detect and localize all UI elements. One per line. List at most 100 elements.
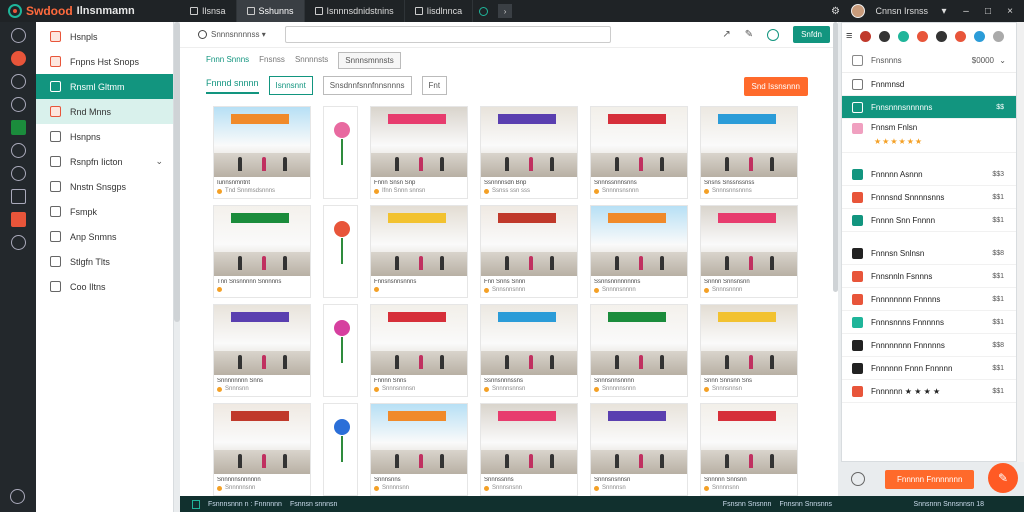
right-panel-item[interactable]: Fnnsnnln Fsnnns $$1 (842, 265, 1016, 288)
flower-card[interactable] (323, 304, 358, 397)
filter-link-2[interactable]: Fnsnss (259, 52, 285, 69)
calendar-icon[interactable] (10, 189, 26, 204)
filter-link-3[interactable]: Snnnnsts (295, 52, 328, 69)
right-panel-item[interactable]: Fnnnn Snn Fnnnn $$1 (842, 209, 1016, 232)
product-card[interactable]: Snnnsnns Snnnnsnn (370, 403, 468, 496)
sidebar-item-6[interactable]: Nnstn Snsgps (36, 174, 173, 199)
right-panel-item[interactable]: Fnnnsnd Snnnnsnns $$1 (842, 186, 1016, 209)
flower-card[interactable] (323, 403, 358, 496)
excel-icon[interactable] (10, 120, 26, 135)
product-card[interactable]: Fnnnn Snns Snnnsnnnsn (370, 304, 468, 397)
bell-icon[interactable] (10, 143, 26, 158)
compass-icon[interactable] (10, 97, 26, 112)
sidebar-item-1[interactable]: Fnpns Hst Snops (36, 49, 173, 74)
globe-icon[interactable] (10, 235, 26, 250)
sidebar-item-2[interactable]: Rnsml Gltmm (36, 74, 173, 99)
product-card[interactable]: Ssnnnnsdn Bnp Ssnss ssn sss (480, 106, 578, 199)
product-card[interactable]: Ssnnsnnnnnnnns Snnnnsnnnn (590, 205, 688, 298)
right-panel-item[interactable]: Fnnmnsd (842, 73, 1016, 96)
product-card[interactable]: Snnnnnsnnnnnn Snnnnnsnn (213, 403, 311, 496)
tab-1[interactable]: Ilsnsa (180, 0, 237, 22)
view-button-3[interactable]: Fnt (421, 76, 448, 95)
maximize-icon[interactable]: □ (982, 6, 994, 17)
right-panel-item[interactable]: Fnnnnnn ★ ★ ★ ★ $$1 (842, 380, 1016, 403)
right-panel-item[interactable]: Fnnsnnnsnnnnns $$ (842, 96, 1016, 119)
product-card[interactable]: Iunnsnmntnt Tnd Snnmsdsnnns (213, 106, 311, 199)
right-panel-action-button[interactable]: Fnnnnn Fnnnnnnn (885, 469, 975, 489)
orange-icon[interactable] (955, 30, 967, 42)
tab-2[interactable]: Sshunns (236, 0, 305, 22)
bag-icon[interactable] (936, 30, 948, 42)
blue-icon[interactable] (974, 30, 986, 42)
product-card[interactable]: Tnn Snsnnnnn Snnnnns (213, 205, 311, 298)
right-panel-scrollbar[interactable] (1017, 22, 1024, 462)
sidebar-item-9[interactable]: Stlgfn Tlts (36, 249, 173, 274)
view-button-1[interactable]: Isnnsnnt (268, 76, 313, 95)
chevron-down-icon[interactable]: ⌄ (999, 56, 1006, 65)
settings-icon[interactable]: ⚙ (829, 6, 841, 17)
chevron-down-icon[interactable]: ▾ (938, 6, 950, 17)
help-icon[interactable] (10, 489, 25, 504)
product-card[interactable]: Snnnsnnsnnnn Snnnnnsnnn (590, 304, 688, 397)
tab-active-view[interactable]: Fnnnd snnnn (206, 78, 259, 94)
refresh-icon[interactable] (767, 28, 780, 41)
right-panel-item[interactable]: Fnnnnnnnn Fnnnns $$1 (842, 288, 1016, 311)
menu-icon[interactable]: ≡ (846, 30, 852, 42)
filter-link-1[interactable]: Fnnn Snnns (206, 52, 249, 69)
product-card[interactable]: Fnnn Snsn Snp Ifnn Snnn snnsn (370, 106, 468, 199)
record-icon[interactable] (10, 51, 26, 66)
avatar[interactable] (851, 4, 866, 18)
product-card[interactable]: Ssnnsnnnssns Snnnnsnnsn (480, 304, 578, 397)
product-card[interactable]: Snnnssnnnsnns Snnnnsnsnnn (590, 106, 688, 199)
edit-icon[interactable]: ✎ (745, 29, 753, 40)
chevron-down-icon[interactable]: ⌄ (155, 156, 163, 167)
flower-card[interactable] (323, 205, 358, 298)
product-card[interactable]: Snnnnnnnn Snns Snnnsnn (213, 304, 311, 397)
product-card[interactable]: Snnnn Snnsnsnn Snnnsnnnn (700, 205, 798, 298)
right-panel-item[interactable]: Fnnsm Fnlsn ★★★★★★ (842, 119, 1016, 153)
sidebar-item-7[interactable]: Fsmpk (36, 199, 173, 224)
sync-icon[interactable] (479, 6, 489, 16)
right-panel-header[interactable]: Fnsnnns $0000 ⌄ (842, 49, 1016, 73)
primary-action-button[interactable]: Snd Issnsnnn (743, 77, 808, 96)
arrow-right-icon[interactable]: › (498, 4, 513, 18)
flower-card[interactable] (323, 106, 358, 199)
product-card[interactable]: Fnn Snns Snnn Snnsnnsnnn (480, 205, 578, 298)
tab-4[interactable]: Iisdlnnca (405, 0, 474, 22)
right-panel-item[interactable]: Fnnnnnnnn Fnnnnns $$8 (842, 334, 1016, 357)
sidebar-item-8[interactable]: Anp Snmns (36, 224, 173, 249)
sidebar-item-5[interactable]: Rsnpfn Iicton ⌄ (36, 149, 173, 174)
product-card[interactable]: Snnnssnns Snnnsnsnn (480, 403, 578, 496)
pin-icon[interactable]: ↗ (722, 29, 730, 40)
right-panel-item[interactable]: Fnnnsn Snlnsn $$8 (842, 242, 1016, 265)
home-icon[interactable] (10, 28, 26, 43)
chat-fab-icon[interactable]: ✎ (988, 463, 1018, 493)
right-panel-item[interactable]: Fnnnnnn Fnnn Fnnnnn $$1 (842, 357, 1016, 380)
sidebar-item-10[interactable]: Coo Iltns (36, 274, 173, 299)
sidebar-item-4[interactable]: Hsnpns (36, 124, 173, 149)
person-icon[interactable] (898, 30, 910, 42)
chat-icon[interactable] (10, 74, 26, 89)
arrow-left-icon[interactable] (851, 472, 865, 486)
record-icon[interactable] (860, 30, 872, 42)
search-icon[interactable] (198, 30, 207, 39)
avatar[interactable] (993, 30, 1005, 42)
product-card[interactable]: Snnnnn Snnsnn Snnnnsnn (700, 403, 798, 496)
clock-icon[interactable] (10, 166, 26, 181)
filter-button[interactable]: Snnnsmnnsts (338, 52, 401, 69)
main-scrollbar[interactable] (833, 22, 838, 292)
sticker-icon[interactable] (917, 30, 929, 42)
minimize-icon[interactable]: – (960, 6, 972, 17)
product-card[interactable]: Snnnsnsnnsn Snnnnsn (590, 403, 688, 496)
tab-3[interactable]: Isnnnsdnidstnins (305, 0, 405, 22)
user-name[interactable]: Cnnsn Irsnss (875, 6, 928, 16)
right-panel-item[interactable]: Fnnnsnnns Fnnnnns $$1 (842, 311, 1016, 334)
close-icon[interactable]: × (1004, 6, 1016, 17)
sidebar-item-3[interactable]: Rnd Mnns (36, 99, 173, 124)
right-panel-item[interactable]: Fnnnnn Asnnn $$3 (842, 163, 1016, 186)
target-icon[interactable] (879, 30, 891, 42)
product-card[interactable]: Fnnsnsnnsnnns (370, 205, 468, 298)
product-card[interactable]: Snnn Snnsnn Sns Snnnsnnsn (700, 304, 798, 397)
sidebar-item-0[interactable]: Hsnpls (36, 24, 173, 49)
app-icon[interactable] (10, 212, 26, 227)
